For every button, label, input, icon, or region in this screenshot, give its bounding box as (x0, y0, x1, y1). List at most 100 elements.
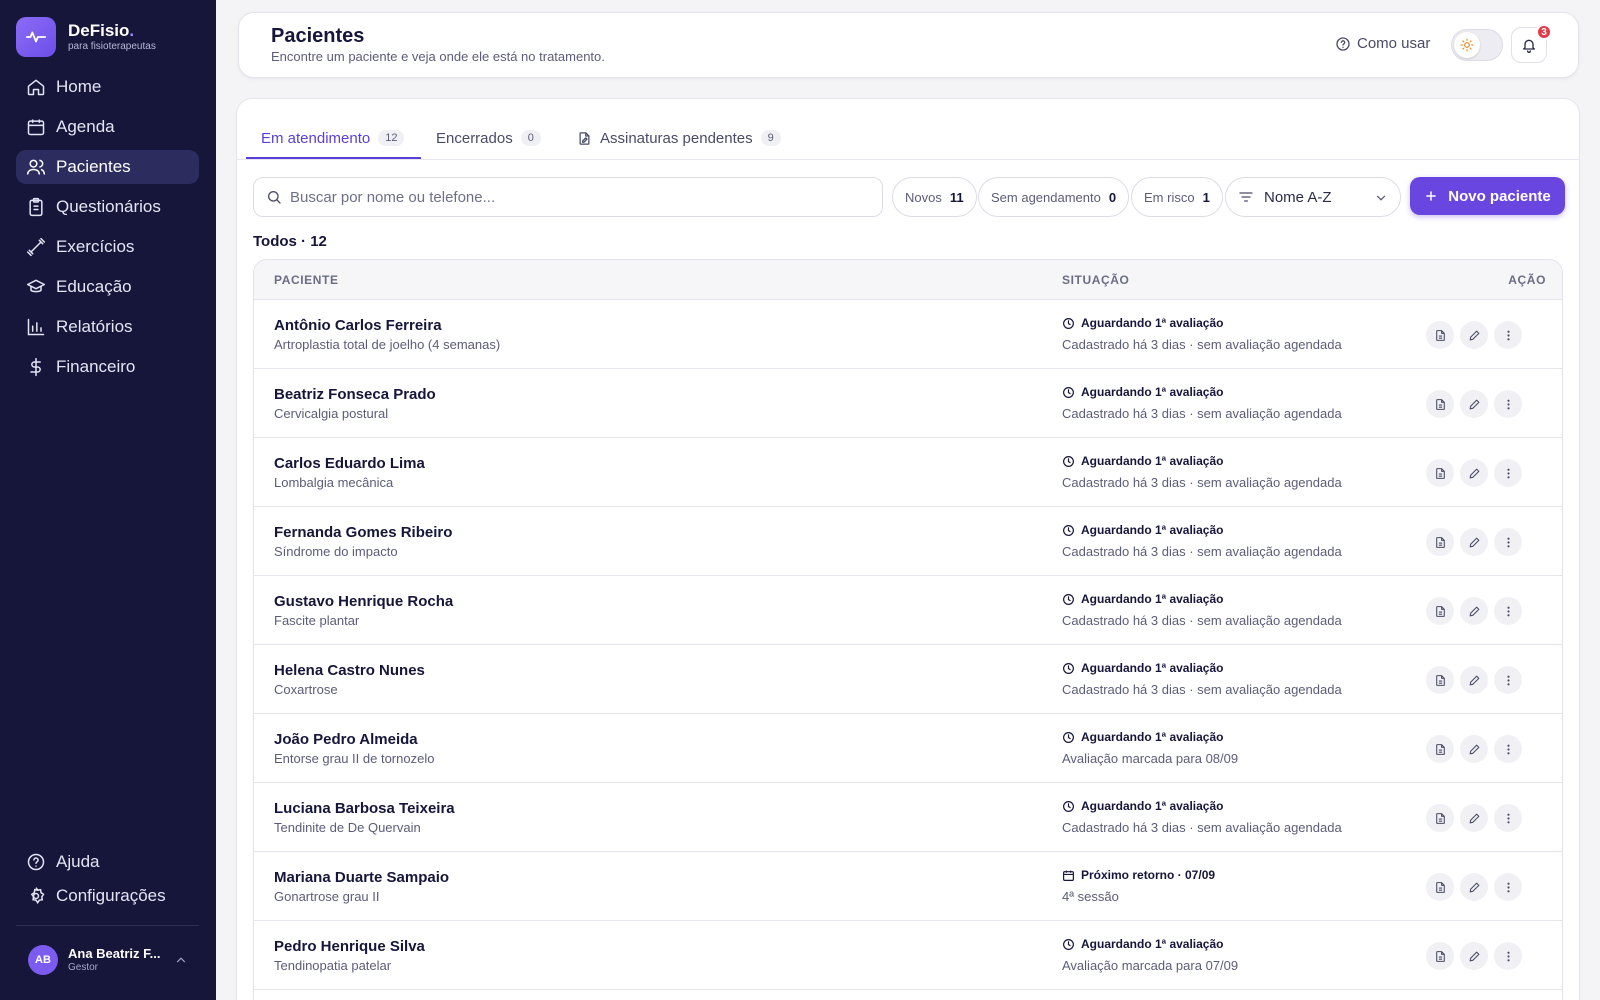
sidebar-item-educacao[interactable]: Educação (16, 270, 199, 304)
patient-name[interactable]: Fernanda Gomes Ribeiro (274, 524, 452, 541)
filter-em-risco[interactable]: Em risco 1 (1131, 177, 1223, 217)
theme-toggle[interactable] (1451, 29, 1503, 61)
table-row[interactable]: Fernanda Gomes Ribeiro Síndrome do impact… (254, 507, 1562, 576)
table-row[interactable]: Beatriz Fonseca Prado Cervicalgia postura… (254, 369, 1562, 438)
patient-name[interactable]: Antônio Carlos Ferreira (274, 317, 442, 334)
document-button[interactable] (1426, 804, 1454, 832)
table-row[interactable]: Helena Castro Nunes Coxartrose Aguardando … (254, 645, 1562, 714)
tab-count: 9 (760, 130, 781, 146)
document-button[interactable] (1426, 597, 1454, 625)
filter-sem-agendamento[interactable]: Sem agendamento 0 (978, 177, 1130, 217)
patient-name[interactable]: João Pedro Almeida (274, 731, 418, 748)
sidebar-item-relatorios[interactable]: Relatórios (16, 310, 199, 344)
tab-encerrados[interactable]: Encerrados 0 (436, 127, 541, 149)
status-detail: Avaliação marcada para 07/09 (1062, 958, 1239, 973)
new-patient-button[interactable]: Novo paciente (1410, 177, 1565, 215)
sidebar-item-label: Financeiro (56, 357, 136, 376)
patient-name[interactable]: Carlos Eduardo Lima (274, 455, 425, 472)
more-options-button[interactable] (1494, 321, 1522, 349)
brand-name: DeFisio. (68, 21, 135, 40)
more-options-button[interactable] (1494, 390, 1522, 418)
sidebar-item-agenda[interactable]: Agenda (16, 110, 199, 144)
document-icon (1435, 743, 1445, 755)
sidebar-item-exercicios[interactable]: Exercícios (16, 230, 199, 264)
document-button[interactable] (1426, 666, 1454, 694)
patient-name[interactable]: Mariana Duarte Sampaio (274, 869, 449, 886)
brand[interactable]: DeFisio. para fisioterapeutas (16, 17, 156, 57)
table-row[interactable]: João Pedro Almeida Entorse grau II de tor… (254, 714, 1562, 783)
filter-count: 11 (949, 189, 964, 205)
row-actions (1426, 390, 1522, 418)
tab-em-atendimento[interactable]: Em atendimento 12 (261, 127, 405, 149)
document-button[interactable] (1426, 942, 1454, 970)
more-options-button[interactable] (1494, 735, 1522, 763)
search-box[interactable] (253, 177, 883, 217)
table-row[interactable]: Carlos Eduardo Lima Lombalgia mecânica Agu… (254, 438, 1562, 507)
patient-name[interactable]: Luciana Barbosa Teixeira (274, 800, 455, 817)
patient-name[interactable]: Helena Castro Nunes (274, 662, 425, 679)
edit-button[interactable] (1460, 942, 1488, 970)
status-text: Aguardando 1ª avaliação (1081, 661, 1224, 675)
edit-button[interactable] (1460, 390, 1488, 418)
sidebar-item-ajuda[interactable]: Ajuda (16, 845, 199, 879)
edit-button[interactable] (1460, 321, 1488, 349)
table-row[interactable]: Luciana Barbosa Teixeira Tendinite de De … (254, 783, 1562, 852)
calendar-icon (1062, 869, 1075, 882)
document-button[interactable] (1426, 459, 1454, 487)
graduation-cap-icon (26, 279, 46, 293)
document-button[interactable] (1426, 528, 1454, 556)
status-detail: Cadastrado há 3 dias · sem avaliação age… (1062, 337, 1342, 352)
sidebar-item-pacientes[interactable]: Pacientes (16, 150, 199, 184)
help-button[interactable]: Como usar (1335, 35, 1430, 52)
clock-icon (1062, 593, 1075, 606)
pencil-icon (1469, 675, 1479, 685)
sidebar-item-label: Educação (56, 277, 132, 296)
document-icon (1435, 536, 1445, 548)
document-button[interactable] (1426, 390, 1454, 418)
edit-button[interactable] (1460, 873, 1488, 901)
filter-novos[interactable]: Novos 11 (892, 177, 977, 217)
sidebar-item-financeiro[interactable]: Financeiro (16, 350, 199, 384)
document-button[interactable] (1426, 873, 1454, 901)
more-options-button[interactable] (1494, 459, 1522, 487)
patient-name[interactable]: Pedro Henrique Silva (274, 938, 425, 955)
patient-diagnosis: Gonartrose grau II (274, 889, 380, 904)
sidebar-item-configuracoes[interactable]: Configurações (16, 879, 199, 913)
edit-button[interactable] (1460, 666, 1488, 694)
pencil-icon (1469, 468, 1479, 478)
sort-select[interactable]: Nome A-Z (1225, 177, 1401, 217)
more-options-button[interactable] (1494, 873, 1522, 901)
edit-button[interactable] (1460, 528, 1488, 556)
document-button[interactable] (1426, 735, 1454, 763)
page-title: Pacientes (271, 25, 365, 47)
table-row[interactable]: Pedro Henrique Silva Tendinopatia patelar… (254, 921, 1562, 990)
more-options-button[interactable] (1494, 666, 1522, 694)
clock-icon (1062, 317, 1075, 330)
table-row[interactable]: Antônio Carlos Ferreira Artroplastia tota… (254, 300, 1562, 369)
more-options-button[interactable] (1494, 597, 1522, 625)
sidebar-item-questionarios[interactable]: Questionários (16, 190, 199, 224)
row-actions (1426, 873, 1522, 901)
tab-assinaturas-pendentes[interactable]: Assinaturas pendentes 9 (577, 127, 781, 149)
document-button[interactable] (1426, 321, 1454, 349)
sidebar-item-home[interactable]: Home (16, 70, 199, 104)
more-options-button[interactable] (1494, 804, 1522, 832)
status-label: Aguardando 1ª avaliação (1062, 799, 1224, 813)
edit-button[interactable] (1460, 804, 1488, 832)
search-input[interactable] (290, 188, 850, 206)
patient-name[interactable]: Beatriz Fonseca Prado (274, 386, 436, 403)
filter-lines-icon (1239, 192, 1253, 202)
edit-button[interactable] (1460, 459, 1488, 487)
edit-button[interactable] (1460, 597, 1488, 625)
row-actions (1426, 735, 1522, 763)
more-options-button[interactable] (1494, 528, 1522, 556)
new-patient-label: Novo paciente (1448, 187, 1551, 205)
edit-button[interactable] (1460, 735, 1488, 763)
more-options-button[interactable] (1494, 942, 1522, 970)
user-menu[interactable]: AB Ana Beatriz F... Gestor (28, 945, 188, 975)
patient-diagnosis: Entorse grau II de tornozelo (274, 751, 435, 766)
table-row[interactable]: Mariana Duarte Sampaio Gonartrose grau II… (254, 852, 1562, 921)
patient-name[interactable]: Gustavo Henrique Rocha (274, 593, 453, 610)
notifications-button[interactable]: 3 (1511, 24, 1552, 63)
table-row[interactable]: Gustavo Henrique Rocha Fascite plantar Agu… (254, 576, 1562, 645)
